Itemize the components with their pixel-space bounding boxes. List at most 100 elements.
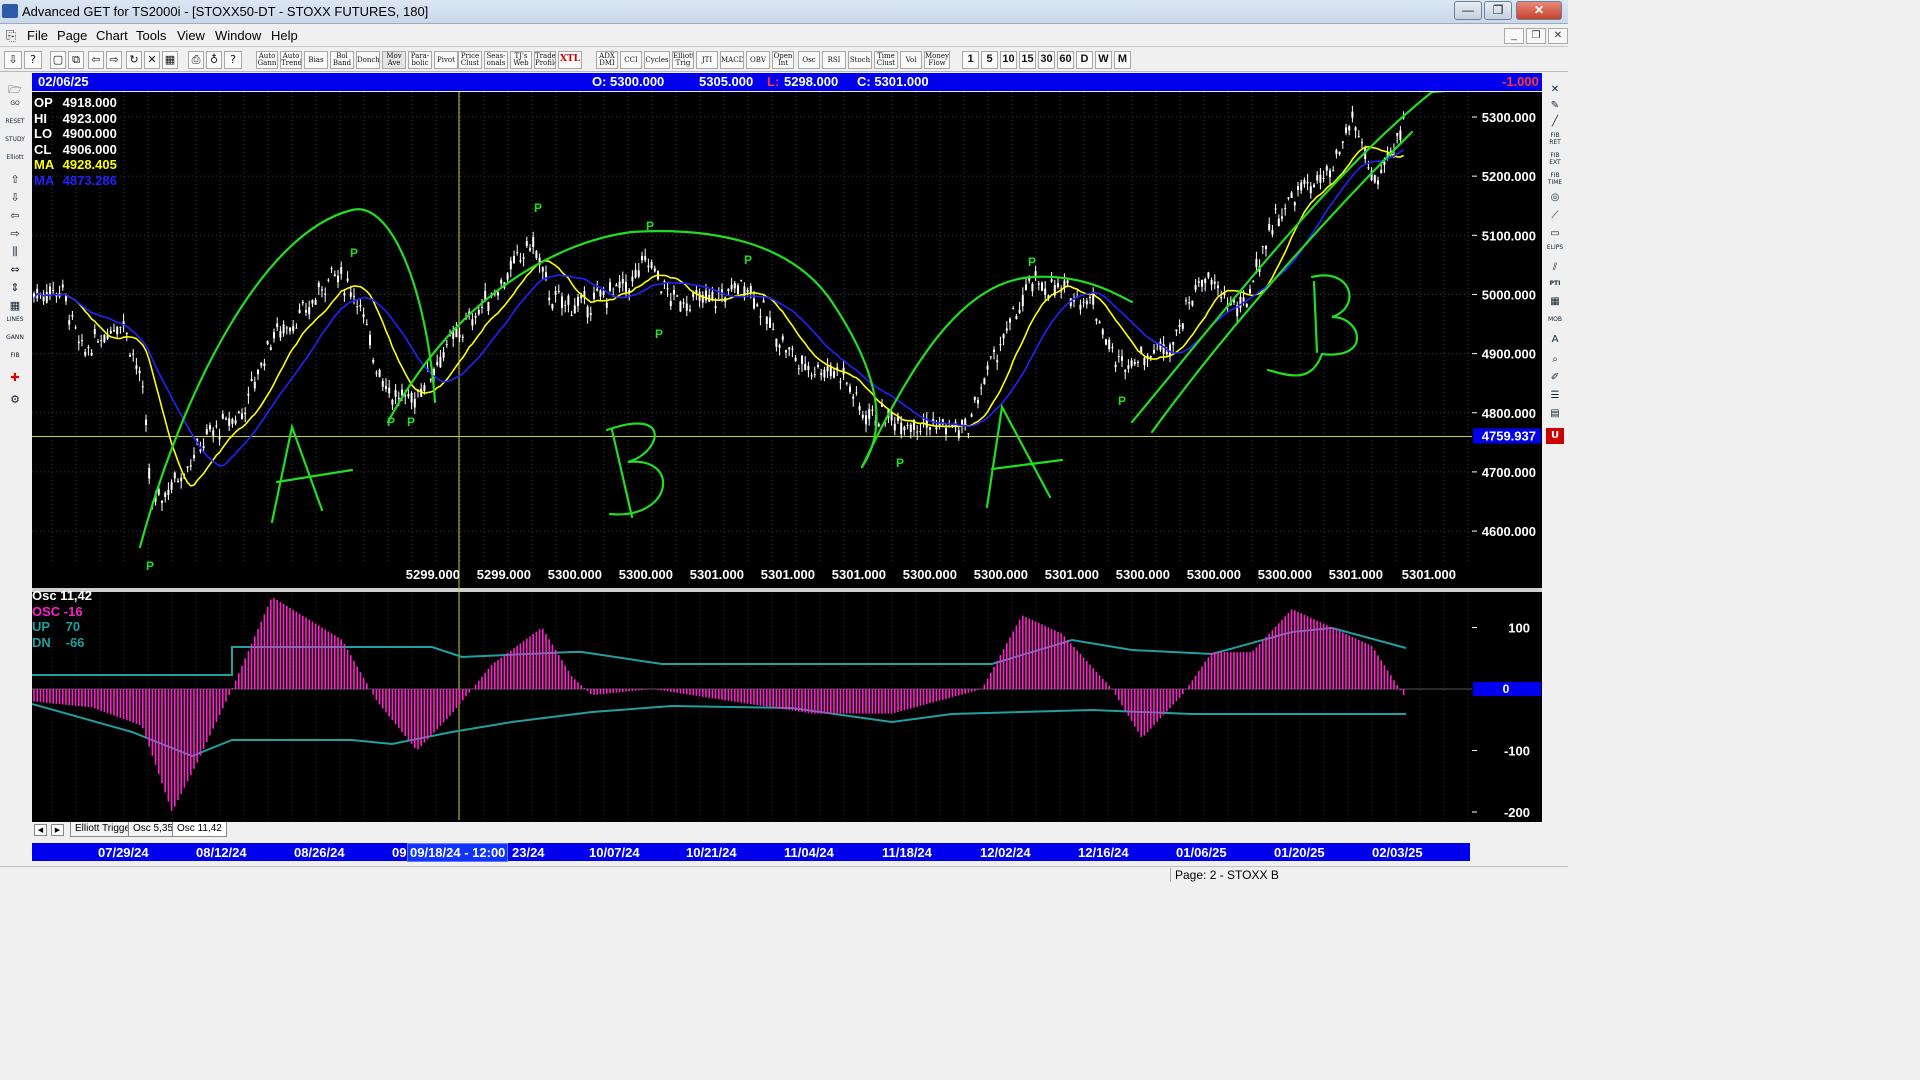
ellipse-icon[interactable]: ELIPS (1546, 244, 1564, 260)
calculator-icon[interactable]: ▤ (1546, 406, 1564, 422)
toolbar-donch[interactable]: Donch (356, 51, 380, 69)
toolbar-open-int[interactable]: Open Int (772, 51, 794, 69)
zoom-icon[interactable]: ⌕ (1546, 352, 1564, 368)
toolbar-money-flow[interactable]: Money Flow (924, 51, 950, 69)
toolbar-obv[interactable]: OBV (746, 51, 770, 69)
text-tool-icon[interactable]: A (1546, 332, 1564, 348)
toolbar-macd[interactable]: MACD (720, 51, 744, 69)
toolbar-adx-dmi[interactable]: ADX DMI (596, 51, 618, 69)
channel-icon[interactable]: ⫽ (1546, 260, 1564, 276)
grid-icon[interactable]: ▦ (162, 51, 178, 69)
copy-icon[interactable]: ⧉ (68, 51, 84, 69)
forward-icon[interactable]: ⇨ (106, 51, 122, 69)
toolbar-elliott-trig[interactable]: Elliott Trig (672, 51, 694, 69)
minimize-button[interactable]: — (1454, 1, 1482, 20)
toolbar-osc[interactable]: Osc (798, 51, 820, 69)
arrow-right-icon[interactable]: ⇨ (4, 226, 26, 242)
toolbar-cycles[interactable]: Cycles (644, 51, 670, 69)
period-5[interactable]: 5 (981, 51, 998, 69)
box-icon[interactable]: ▭ (1546, 226, 1564, 242)
toolbar-seasonals[interactable]: Seas-onals (484, 51, 508, 69)
mdi-restore-button[interactable]: ❐ (1526, 28, 1546, 44)
menu-help[interactable]: Help (271, 28, 298, 43)
new-page-icon[interactable]: ▢ (50, 51, 66, 69)
go-icon[interactable]: GO (4, 100, 26, 116)
expand-vertical-icon[interactable]: ⇕ (4, 280, 26, 296)
bulb-icon[interactable]: ♁ (206, 51, 222, 69)
fib-icon[interactable]: FIB (4, 352, 26, 368)
grid-icon[interactable]: ▦ (4, 298, 26, 314)
toolbar-rsi[interactable]: RSI (822, 51, 846, 69)
menu-chart[interactable]: Chart (96, 28, 128, 43)
fan-icon[interactable]: ⟋ (1546, 208, 1564, 224)
menu-page[interactable]: Page (57, 28, 87, 43)
toolbar-time-clust[interactable]: Time Clust (874, 51, 898, 69)
table-icon[interactable]: ▦ (1546, 294, 1564, 310)
arrow-up-icon[interactable]: ⇧ (4, 172, 26, 188)
toolbar-auto-trend[interactable]: Auto Trend (280, 51, 302, 69)
fib-ext-icon[interactable]: FIB EXT (1546, 152, 1564, 168)
magnet-icon[interactable]: U (1546, 428, 1564, 444)
tab-osc-5-35[interactable]: Osc 5,35 (128, 822, 179, 837)
document-icon[interactable]: ⎘ (6, 28, 18, 43)
toolbar-cci[interactable]: CCI (620, 51, 642, 69)
period-30[interactable]: 30 (1038, 51, 1055, 69)
toolbar-xtl[interactable]: XTL (558, 51, 582, 69)
close-button[interactable]: ✕ (1516, 1, 1562, 20)
bars-icon[interactable]: ⫼ (4, 244, 26, 260)
refresh-icon[interactable]: ↻ (126, 51, 142, 69)
back-icon[interactable]: ⇦ (88, 51, 104, 69)
tab-osc-11-42[interactable]: Osc 11,42 (172, 822, 227, 837)
chart-area[interactable]: 5300.000 5200.000 5100.000 5000.000 4900.000… (31, 86, 1542, 840)
period-d[interactable]: D (1076, 51, 1093, 69)
period-1[interactable]: 1 (962, 51, 979, 69)
help-arrow-icon[interactable]: ? (24, 51, 42, 69)
toolbar-pivot[interactable]: Pivot (434, 51, 458, 69)
toolbar-vol[interactable]: Vol (900, 51, 922, 69)
arrow-left-icon[interactable]: ⇦ (4, 208, 26, 224)
period-15[interactable]: 15 (1019, 51, 1036, 69)
toolbar-parabolic[interactable]: Para-bolic (408, 51, 432, 69)
tab-prev-icon[interactable]: ◀ (34, 824, 47, 836)
toolbar-price-clust[interactable]: Price Clust (458, 51, 482, 69)
period-m[interactable]: M (1114, 51, 1131, 69)
marker-icon[interactable]: ✐ (1546, 370, 1564, 386)
toolbar-auto-gann[interactable]: Auto Gann (256, 51, 278, 69)
toolbar-stoch[interactable]: Stoch (848, 51, 872, 69)
chart-canvas[interactable]: 5300.000 5200.000 5100.000 5000.000 4900.000… (31, 86, 1542, 840)
toolbar-trade-profile[interactable]: Trade Profile (534, 51, 556, 69)
cursor-icon[interactable]: ✕ (1546, 82, 1564, 98)
pin-icon[interactable]: ⇩ (4, 51, 22, 69)
tab-next-icon[interactable]: ▶ (51, 824, 64, 836)
toolbar-jti[interactable]: JTI (696, 51, 718, 69)
toolbar-bol-band[interactable]: Bol Band (330, 51, 354, 69)
mdi-minimize-button[interactable]: _ (1504, 28, 1524, 44)
line-tool-icon[interactable]: ╱ (1546, 114, 1564, 130)
elliott-icon[interactable]: Elliott (4, 154, 26, 170)
lines-icon[interactable]: LINES (4, 316, 26, 332)
study-icon[interactable]: STUDY (4, 136, 26, 152)
layers-icon[interactable]: ☰ (1546, 388, 1564, 404)
arrow-down-icon[interactable]: ⇩ (4, 190, 26, 206)
menu-view[interactable]: View (177, 28, 205, 43)
context-help-icon[interactable]: ? (224, 51, 242, 69)
expand-horizontal-icon[interactable]: ⇔ (4, 262, 26, 278)
period-10[interactable]: 10 (1000, 51, 1017, 69)
reset-icon[interactable]: RESET (4, 118, 26, 134)
open-icon[interactable]: 🗁 (4, 82, 26, 98)
toolbar-mov-ave[interactable]: Mov Ave (382, 51, 406, 69)
delete-icon[interactable]: ✕ (144, 51, 160, 69)
print-icon[interactable]: ⎙ (188, 51, 204, 69)
menu-tools[interactable]: Tools (136, 28, 166, 43)
pencil-icon[interactable]: ✎ (1546, 98, 1564, 114)
maximize-button[interactable]: ❐ (1484, 1, 1512, 20)
menu-window[interactable]: Window (215, 28, 261, 43)
period-60[interactable]: 60 (1057, 51, 1074, 69)
toolbar-tjs-web[interactable]: TJ's Web (510, 51, 532, 69)
menu-file[interactable]: File (27, 28, 48, 43)
mdi-close-button[interactable]: ✕ (1548, 28, 1568, 44)
gann-icon[interactable]: GANN (4, 334, 26, 350)
toolbar-bias[interactable]: Bias (304, 51, 328, 69)
crosshair-icon[interactable]: ✚ (4, 370, 26, 386)
fib-time-icon[interactable]: FIB TIME (1546, 172, 1564, 188)
